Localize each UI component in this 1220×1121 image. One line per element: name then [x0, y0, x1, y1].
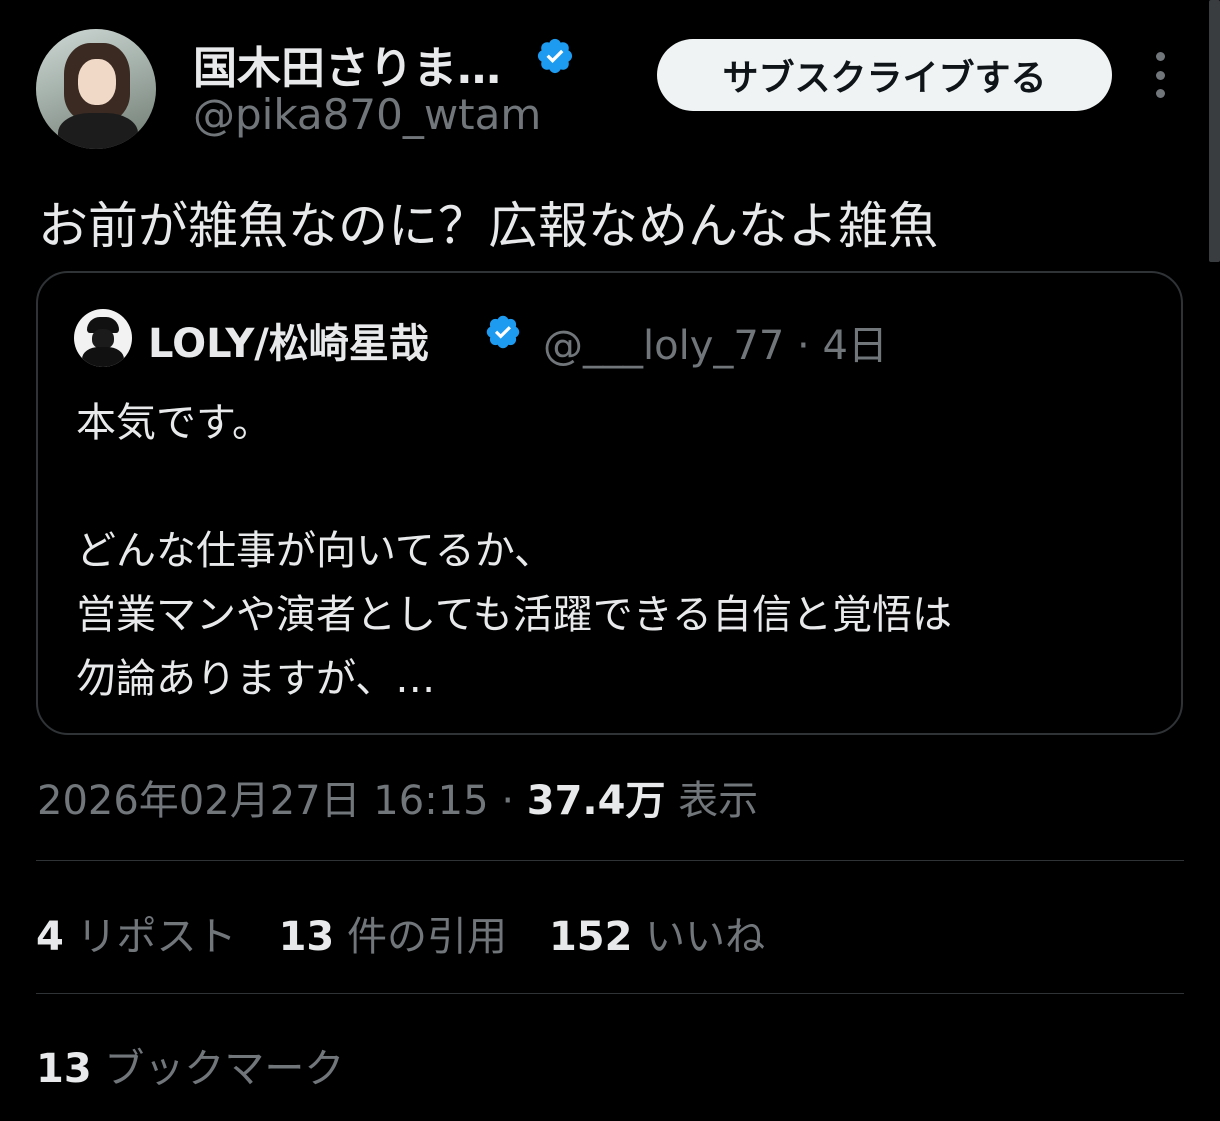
- author-avatar[interactable]: [36, 29, 156, 149]
- quoted-text-line: どんな仕事が向いてるか、: [76, 528, 554, 574]
- quotes-label: 件の引用: [346, 914, 507, 960]
- quoted-text-line: 勿論ありますが、…: [76, 656, 436, 702]
- bookmarks-label: ブックマーク: [104, 1046, 345, 1092]
- quoted-author-avatar: [74, 309, 132, 367]
- more-vertical-icon[interactable]: [1146, 52, 1174, 98]
- quoted-tweet-text: 本気です。 どんな仕事が向いてるか、 営業マンや演者としても活躍できる自信と覚悟…: [76, 391, 1156, 711]
- quoted-tweet-card[interactable]: LOLY/松崎星哉 @___loly_77 · 4日 本気です。 どんな仕事が向…: [36, 271, 1183, 735]
- reposts-stat[interactable]: 4 リポスト: [36, 904, 237, 962]
- tweet-meta: 2026年02月27日 16:15 · 37.4万 表示: [37, 768, 758, 826]
- quoted-text-line: [76, 455, 1156, 519]
- reposts-count: 4: [36, 914, 64, 960]
- divider: [36, 993, 1184, 994]
- quoted-text-line: 営業マンや演者としても活躍できる自信と覚悟は: [76, 592, 952, 638]
- quotes-count: 13: [278, 914, 335, 960]
- divider: [36, 860, 1184, 861]
- quoted-separator: ·: [797, 323, 810, 369]
- likes-count: 152: [548, 914, 633, 960]
- quoted-author-handle: @___loly_77: [543, 323, 785, 369]
- timestamp[interactable]: 2026年02月27日 16:15: [37, 778, 489, 824]
- author-handle[interactable]: @pika870_wtam: [193, 90, 541, 139]
- views-count: 37.4万: [526, 778, 666, 824]
- quoted-age: 4日: [822, 323, 888, 369]
- tweet-detail: 国木田さりま… @pika870_wtam サブスクライブする お前が雑魚なのに…: [0, 0, 1220, 1121]
- quoted-verified-badge-icon: [486, 315, 520, 349]
- bookmarks-stat[interactable]: 13 ブックマーク: [36, 1036, 344, 1094]
- reposts-label: リポスト: [76, 914, 237, 960]
- subscribe-button[interactable]: サブスクライブする: [657, 39, 1112, 111]
- tweet-text: お前が雑魚なのに？広報なめんなよ雑魚: [38, 197, 938, 255]
- engagement-stats: 4 リポスト 13 件の引用 152 いいね: [36, 904, 807, 962]
- quoted-author-name: LOLY/松崎星哉: [148, 321, 429, 367]
- meta-separator: ·: [501, 778, 515, 824]
- quotes-stat[interactable]: 13 件の引用: [279, 904, 507, 962]
- quoted-text-line: 本気です。: [76, 400, 272, 446]
- verified-badge-icon: [537, 38, 573, 74]
- likes-label: いいね: [645, 914, 766, 960]
- views-label: 表示: [678, 778, 759, 824]
- bookmarks-count: 13: [36, 1046, 92, 1092]
- scrollbar[interactable]: [1209, 0, 1220, 262]
- author-display-name[interactable]: 国木田さりま…: [193, 32, 501, 96]
- quoted-meta: @___loly_77 · 4日: [543, 313, 888, 371]
- likes-stat[interactable]: 152 いいね: [549, 904, 765, 962]
